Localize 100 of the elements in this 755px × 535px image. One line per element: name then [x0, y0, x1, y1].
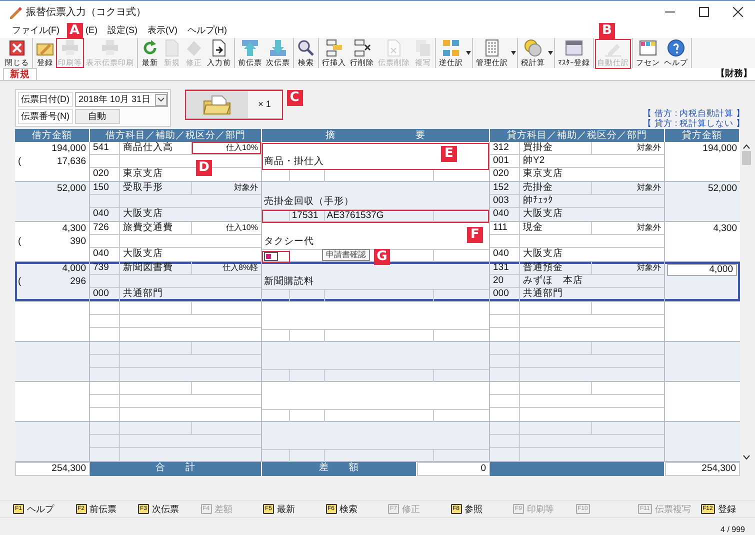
down-arrow-icon	[269, 39, 287, 57]
search-icon	[297, 39, 315, 57]
callout-label: D	[196, 160, 212, 176]
menu-item[interactable]: ファイル(F)	[12, 24, 60, 36]
up-arrow-icon	[241, 39, 259, 57]
account-name: 商品仕入高	[120, 142, 192, 154]
department-code: 020	[490, 168, 520, 181]
attachment-button[interactable]: × 1	[184, 89, 283, 119]
account-name: 普通預金	[520, 262, 592, 274]
tooltip: 申請書確認	[322, 249, 370, 261]
department-name: 大阪支店	[122, 208, 164, 221]
total-amount: 254,300	[15, 462, 90, 476]
window-title: 振替伝票入力（コクヨ式）	[26, 6, 147, 18]
department-code: 040	[490, 208, 520, 221]
callout-label: B	[599, 23, 615, 39]
department-name: 共通部門	[522, 288, 564, 301]
caret-icon	[548, 51, 553, 55]
account-name: 旅費交通費	[120, 222, 192, 234]
account-code: 152	[490, 182, 520, 194]
folder-icon	[202, 93, 232, 115]
tab[interactable]: 新規	[3, 68, 37, 80]
printer-icon	[61, 39, 79, 57]
scrollbar-thumb[interactable]	[742, 151, 751, 165]
column-header: 借方金額	[15, 129, 90, 142]
tax-class: 対象外	[233, 182, 259, 194]
auto-button[interactable]: 自動	[74, 109, 120, 124]
parenthesis: (	[18, 275, 22, 288]
department-name: 大阪支店	[522, 208, 564, 221]
debit-amount: 194,000	[52, 142, 86, 155]
department-code: 000	[90, 288, 120, 301]
form-icon	[264, 252, 278, 260]
department-name: 東京支店	[522, 168, 564, 181]
account-code: 739	[90, 262, 120, 274]
account-code: 541	[90, 142, 120, 154]
department-code: 040	[490, 248, 520, 261]
menu-item[interactable]: 設定(S)	[108, 24, 138, 36]
account-code: 312	[490, 142, 520, 154]
department-name: 大阪支店	[122, 248, 164, 261]
callout-label: F	[467, 227, 483, 243]
account-name: 新聞図書費	[120, 262, 192, 274]
description: 新聞購読料	[264, 275, 314, 288]
coins-icon	[524, 39, 542, 57]
department-code: 040	[90, 248, 120, 261]
department-name: 共通部門	[122, 288, 164, 301]
row-insert-icon	[325, 39, 343, 57]
callout-label: E	[441, 146, 457, 162]
description: タクシー代	[264, 235, 314, 248]
close-icon	[733, 6, 743, 16]
account-name: 売掛金	[520, 182, 592, 194]
tax-note: 【 貸方 : 税計算しない 】	[643, 118, 745, 128]
tax-amount: 17,636	[56, 155, 86, 168]
menu-item[interactable]: ヘルプ(H)	[188, 24, 227, 36]
copy-icon	[414, 39, 432, 57]
sub-account-code: 20	[490, 275, 520, 287]
credit-amount: 194,000	[702, 142, 738, 155]
pencil-icon	[8, 4, 22, 18]
callout-frame	[262, 251, 290, 263]
tax-class: 対象外	[636, 222, 662, 234]
department-code: 020	[90, 168, 120, 181]
total-label: 合 計	[90, 462, 262, 476]
sub-account-code: 001	[490, 155, 520, 167]
description: 商品・掛仕入	[264, 155, 324, 168]
record-counter: 4 / 999	[720, 525, 745, 534]
journal-entry-row[interactable]: 4,000 ( 296 739 新聞図書費 仕入8%軽 000 共通部門 新聞購読料 131 普通預金 対象外 20 みずほ 本店 000 共通部門 4,000	[15, 262, 740, 302]
journal-entry-row[interactable]: 52,000 150 受取手形 対象外 040 大阪支店 売掛金回収（手形） 17531 AE3761537G 152 売掛金 対象外 003 帥ﾁｪｯｸ 040 大阪支店 52,000	[15, 182, 740, 222]
tax-note: 【 借方 : 内税自動計算 】	[643, 108, 745, 118]
swap-icon	[442, 39, 460, 57]
debit-amount: 4,000	[62, 262, 86, 275]
tax-amount: 390	[70, 235, 86, 248]
menu-item[interactable]: 表示(V)	[148, 24, 178, 36]
sub-account-code: 003	[490, 195, 520, 207]
date-field[interactable]: 2018年 10月 31日	[74, 92, 168, 107]
amount-field[interactable]: 4,000	[667, 264, 737, 276]
column-header: 貸方金額	[665, 129, 740, 142]
department-code: 040	[90, 208, 120, 221]
tax-class: 仕入10%	[224, 222, 259, 234]
tax-class: 対象外	[636, 142, 662, 154]
window-icon	[565, 39, 583, 57]
department-code: 000	[490, 288, 520, 301]
callout-label: C	[286, 90, 303, 106]
tax-class: 仕入10%	[192, 142, 261, 154]
field-label: 伝票日付(D)	[18, 92, 72, 107]
account-code: 131	[490, 262, 520, 274]
field-label: 伝票番号(N)	[18, 109, 72, 124]
difference-label: 差 額	[262, 462, 417, 476]
menu-item[interactable]: (E)	[86, 25, 98, 35]
debit-amount: 52,000	[56, 182, 86, 195]
callout-label: G	[374, 249, 390, 265]
account-code: 726	[90, 222, 120, 234]
row-delete-icon	[353, 39, 371, 57]
column-header: 借方科目／補助／税区分／部門	[90, 129, 262, 142]
account-code: 111	[490, 222, 520, 234]
department-name: 東京支店	[122, 168, 164, 181]
account-code: 150	[90, 182, 120, 194]
callout-frame	[595, 39, 631, 69]
printer-icon	[101, 39, 119, 57]
account-name: 受取手形	[120, 182, 192, 194]
refresh-icon	[141, 39, 159, 57]
account-name: 現金	[520, 222, 592, 234]
sub-account-name: 帥Y2	[522, 155, 546, 167]
